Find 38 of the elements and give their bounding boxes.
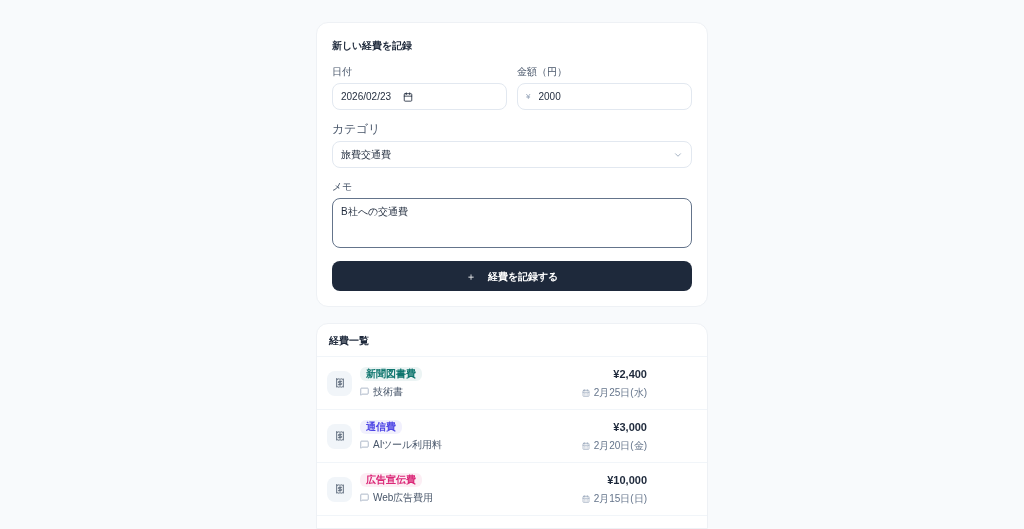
field-label: メモ xyxy=(332,182,353,192)
expense-memo: AIツール利用料 xyxy=(373,438,443,452)
expense-date: 2月25日(水) xyxy=(593,386,647,401)
receipt-icon xyxy=(327,476,352,502)
calendar-icon xyxy=(403,91,414,102)
comment-icon xyxy=(360,493,369,502)
expense-row[interactable]: 通信費 AIツール利用料 ¥3,000 2月20日(金) xyxy=(317,410,707,463)
category-select[interactable]: 旅費交通費 xyxy=(332,141,692,168)
comment-icon xyxy=(360,440,369,449)
expense-memo: 技術書 xyxy=(373,385,403,399)
expense-amount: ¥2,400 xyxy=(613,366,647,382)
calendar-icon xyxy=(581,388,590,397)
expense-date: 2月20日(金) xyxy=(593,439,647,454)
memo-field[interactable]: B社への交通費 xyxy=(332,198,692,248)
expense-date: 2月15日(日) xyxy=(593,492,647,507)
amount-field[interactable]: ¥ 2000 xyxy=(517,83,692,110)
expense-amount: ¥10,000 xyxy=(607,472,647,488)
form-title: 新しい経費を記録 xyxy=(332,39,413,53)
list-title: 経費一覧 xyxy=(329,333,369,348)
category-tag: 新聞図書費 xyxy=(360,367,422,381)
currency-prefix: ¥ xyxy=(526,90,531,103)
field-label: カテゴリ xyxy=(332,123,381,135)
submit-button[interactable]: ＋ 経費を記録する xyxy=(332,261,692,291)
expense-amount: ¥3,000 xyxy=(613,419,647,435)
comment-icon xyxy=(360,387,369,396)
date-field[interactable]: 2026/02/23 xyxy=(332,83,507,110)
category-tag: 通信費 xyxy=(360,420,402,434)
receipt-icon xyxy=(327,423,352,449)
receipt-icon xyxy=(327,370,352,396)
calendar-icon xyxy=(581,441,590,450)
category-tag: 広告宣伝費 xyxy=(360,473,422,487)
field-label: 日付 xyxy=(332,67,353,77)
expense-row[interactable]: 広告宣伝費 Web広告費用 ¥10,000 2月15日(日) xyxy=(317,463,707,516)
field-label: 金額（円） xyxy=(517,67,568,77)
calendar-icon xyxy=(581,494,590,503)
expense-memo: Web広告費用 xyxy=(373,491,434,505)
plus-icon: ＋ xyxy=(466,268,476,284)
expense-row[interactable]: 新聞図書費 技術書 ¥2,400 2月25日(水) xyxy=(317,357,707,410)
